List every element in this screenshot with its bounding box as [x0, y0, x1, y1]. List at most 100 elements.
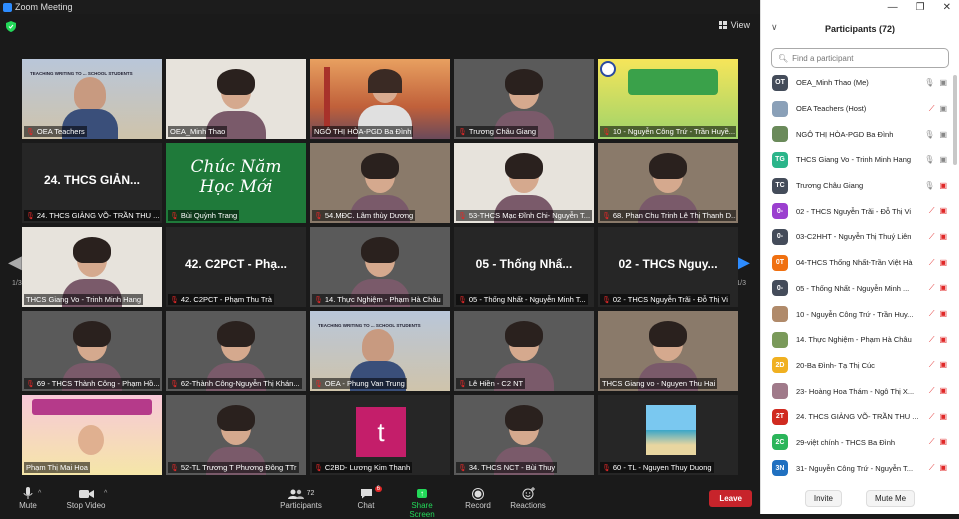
video-icon[interactable]: ▣ — [939, 130, 947, 139]
video-tile[interactable]: 🎙︎ 69 - THCS Thành Công - Phạm Hồ... — [22, 311, 162, 391]
video-tile[interactable]: Chúc Năm Học Mới 🎙︎ Bùi Quỳnh Trang — [166, 143, 306, 223]
video-tile[interactable]: OEA_Minh Thao — [166, 59, 306, 139]
participant-list-scrollbar[interactable] — [953, 75, 957, 165]
tile-participant-name: 60 - TL - Nguyen Thuy Duong — [612, 463, 712, 472]
participant-row[interactable]: TG THCS Giang Vo - Trinh Minh Hang 🎙︎ ▣ — [761, 147, 953, 173]
video-tile[interactable]: 🎙︎ 34. THCS NCT - Bùi Thuy — [454, 395, 594, 475]
leave-button[interactable]: Leave — [709, 490, 752, 507]
video-tile[interactable]: 🎙︎ 60 - TL - Nguyen Thuy Duong — [598, 395, 738, 475]
previous-page-arrow-icon[interactable]: ◀ — [8, 252, 22, 273]
participant-row[interactable]: 10 - Nguyễn Công Trứ - Trần Huy... ⟋ ▣ — [761, 301, 953, 327]
mic-muted-icon[interactable]: ⟋ — [929, 104, 935, 114]
video-tile[interactable]: NGÔ THỊ HÒA-PGD Ba Đình — [310, 59, 450, 139]
participant-row[interactable]: 2C 29-việt chính - THCS Ba Đình ⟋ ▣ — [761, 430, 953, 456]
mic-icon[interactable]: 🎙︎ — [924, 130, 934, 139]
video-off-icon[interactable]: ▣ — [939, 181, 947, 190]
mic-muted-icon[interactable]: ⟋ — [929, 412, 935, 422]
mute-options-chevron-icon[interactable]: ^ — [38, 490, 41, 497]
participant-row[interactable]: 2T 24. THCS GIẢNG VÕ- TRẦN THU ... ⟋ ▣ — [761, 404, 953, 430]
view-button[interactable]: View — [718, 20, 750, 30]
chat-button[interactable]: 6 Chat — [354, 486, 382, 510]
video-off-icon[interactable]: ▣ — [939, 360, 947, 370]
participant-row[interactable]: 23- Hoàng Hoa Thám - Ngô Thị X... ⟋ ▣ — [761, 378, 953, 404]
minimize-icon[interactable]: — — [888, 2, 898, 13]
mic-icon[interactable]: 🎙︎ — [924, 78, 934, 87]
mic-icon[interactable]: 🎙︎ — [924, 155, 934, 164]
video-tile[interactable]: TEACHING WRITING TO ... SCHOOL STUDENTS … — [22, 59, 162, 139]
video-tile[interactable]: 🎙︎ 68. Phan Chu Trinh Lê Thị Thanh D... — [598, 143, 738, 223]
mic-muted-icon[interactable]: ⟋ — [929, 258, 935, 268]
video-off-icon[interactable]: ▣ — [939, 386, 947, 396]
video-tile[interactable]: 05 - Thống Nhấ... 🎙︎ 05 - Thống Nhất - Ngu… — [454, 227, 594, 307]
video-tile[interactable]: 🎙︎ 53-THCS Mạc Đĩnh Chi- Nguyễn T... — [454, 143, 594, 223]
video-tile[interactable]: Phạm Thị Mai Hoa — [22, 395, 162, 475]
video-tile[interactable]: TEACHING WRITING TO ... SCHOOL STUDENTS … — [310, 311, 450, 391]
participant-row[interactable]: 0- 02 - THCS Nguyễn Trãi - Đỗ Thị Vi ⟋ ▣ — [761, 198, 953, 224]
mic-muted-icon[interactable]: ⟋ — [929, 283, 935, 293]
video-tile[interactable]: 🎙︎ 54.MĐC. Lâm thùy Dương — [310, 143, 450, 223]
video-tile[interactable]: 24. THCS GIẢN... 🎙︎ 24. THCS GIẢNG VÕ- TRẦ… — [22, 143, 162, 223]
mic-muted-icon[interactable]: ⟋ — [929, 309, 935, 319]
participant-row[interactable]: TC Trương Châu Giang 🎙︎ ▣ — [761, 173, 953, 199]
mic-muted-icon[interactable]: ⟋ — [929, 463, 935, 473]
mic-muted-icon[interactable]: ⟋ — [929, 437, 935, 447]
participant-search-input[interactable]: 🔍︎ Find a participant — [771, 48, 949, 68]
mic-muted-icon[interactable]: ⟋ — [929, 360, 935, 370]
mic-muted-icon[interactable]: ⟋ — [929, 206, 935, 216]
participant-row[interactable]: OEA Teachers (Host) ⟋ ▣ — [761, 96, 953, 122]
video-tile[interactable]: THCS Giang vo - Nguyen Thu Hai — [598, 311, 738, 391]
participant-row[interactable]: NGÔ THỊ HÒA-PGD Ba Đình 🎙︎ ▣ — [761, 121, 953, 147]
tile-participant-name: 14. Thực Nghiệm - Phạm Hà Châu — [324, 295, 441, 304]
mic-muted-icon[interactable]: ⟋ — [929, 232, 935, 242]
video-off-icon[interactable]: ▣ — [939, 258, 947, 268]
video-off-icon[interactable]: ▣ — [939, 309, 947, 319]
video-off-icon[interactable]: ▣ — [939, 232, 947, 242]
video-icon[interactable]: ▣ — [939, 104, 947, 114]
share-screen-button[interactable]: ↑ Share Screen — [398, 486, 446, 519]
participant-row[interactable]: 2D 20-Ba Đình- Tạ Thị Cúc ⟋ ▣ — [761, 353, 953, 379]
video-tile[interactable]: 42. C2PCT - Phạ... 🎙︎ 42. C2PCT - Phạm Thu… — [166, 227, 306, 307]
video-off-icon[interactable]: ▣ — [939, 335, 947, 345]
participant-row[interactable]: 3N 31- Nguyễn Công Trứ - Nguyễn T... ⟋ ▣ — [761, 455, 953, 481]
video-tile[interactable]: 02 - THCS Nguy... 🎙︎ 02 - THCS Nguyễn Trãi… — [598, 227, 738, 307]
video-tile[interactable]: 🎙︎ Lê Hiền - C2 NT — [454, 311, 594, 391]
video-off-icon[interactable]: ▣ — [939, 206, 947, 216]
participant-row[interactable]: 14. Thực Nghiệm - Phạm Hà Châu ⟋ ▣ — [761, 327, 953, 353]
participant-status-icons: ⟋ ▣ — [929, 335, 947, 345]
invite-button[interactable]: Invite — [804, 490, 842, 507]
video-tile[interactable]: 🎙︎ 52-TL Trương T Phương Đông TTr — [166, 395, 306, 475]
participant-row[interactable]: 0- 03-C2HHT - Nguyễn Thị Thuý Liên ⟋ ▣ — [761, 224, 953, 250]
video-tile[interactable]: 🎙︎ 10 - Nguyễn Công Trứ - Trần Huyề... — [598, 59, 738, 139]
muted-mic-icon: 🎙︎ — [602, 128, 611, 136]
participant-name: 23- Hoàng Hoa Thám - Ngô Thị X... — [796, 386, 915, 396]
close-icon[interactable]: ✕ — [943, 2, 951, 13]
video-tile[interactable]: THCS Giang Vo - Trinh Minh Hang — [22, 227, 162, 307]
mic-icon[interactable]: 🎙︎ — [924, 181, 934, 190]
video-tile[interactable]: 🎙︎ 62-Thành Công-Nguyễn Thị Khán... — [166, 311, 306, 391]
next-page-arrow-icon[interactable]: ▶ — [736, 252, 750, 273]
participants-button[interactable]: 72 Participants — [280, 486, 322, 510]
video-icon[interactable]: ▣ — [939, 155, 947, 164]
restore-icon[interactable]: ❐ — [916, 2, 925, 13]
video-options-chevron-icon[interactable]: ^ — [104, 490, 107, 497]
video-off-icon[interactable]: ▣ — [939, 412, 947, 422]
mic-muted-icon[interactable]: ⟋ — [929, 335, 935, 345]
video-tile[interactable]: 🎙︎ 14. Thực Nghiệm - Phạm Hà Châu — [310, 227, 450, 307]
reactions-button[interactable]: Reactions — [510, 486, 546, 510]
video-tile[interactable]: 🎙︎ Trương Châu Giang — [454, 59, 594, 139]
shield-icon[interactable] — [6, 21, 16, 32]
record-button[interactable]: Record — [464, 486, 492, 510]
participant-row[interactable]: OT OEA_Minh Thao (Me) 🎙︎ ▣ — [761, 70, 953, 96]
stop-video-button[interactable]: Stop Video — [64, 486, 108, 510]
mic-muted-icon[interactable]: ⟋ — [929, 386, 935, 396]
video-icon[interactable]: ▣ — [939, 78, 947, 87]
video-off-icon[interactable]: ▣ — [939, 463, 947, 473]
participant-hair — [361, 153, 399, 179]
participant-row[interactable]: 0T 04-THCS Thống Nhất-Trần Việt Hà ⟋ ▣ — [761, 250, 953, 276]
video-tile[interactable]: t 🎙︎ C2BD- Lương Kim Thanh — [310, 395, 450, 475]
video-off-icon[interactable]: ▣ — [939, 437, 947, 447]
participant-row[interactable]: 0- 05 - Thống Nhất - Nguyễn Minh ... ⟋ ▣ — [761, 276, 953, 302]
mute-me-button[interactable]: Mute Me — [866, 490, 916, 507]
participants-icon — [287, 489, 304, 499]
video-off-icon[interactable]: ▣ — [939, 283, 947, 293]
